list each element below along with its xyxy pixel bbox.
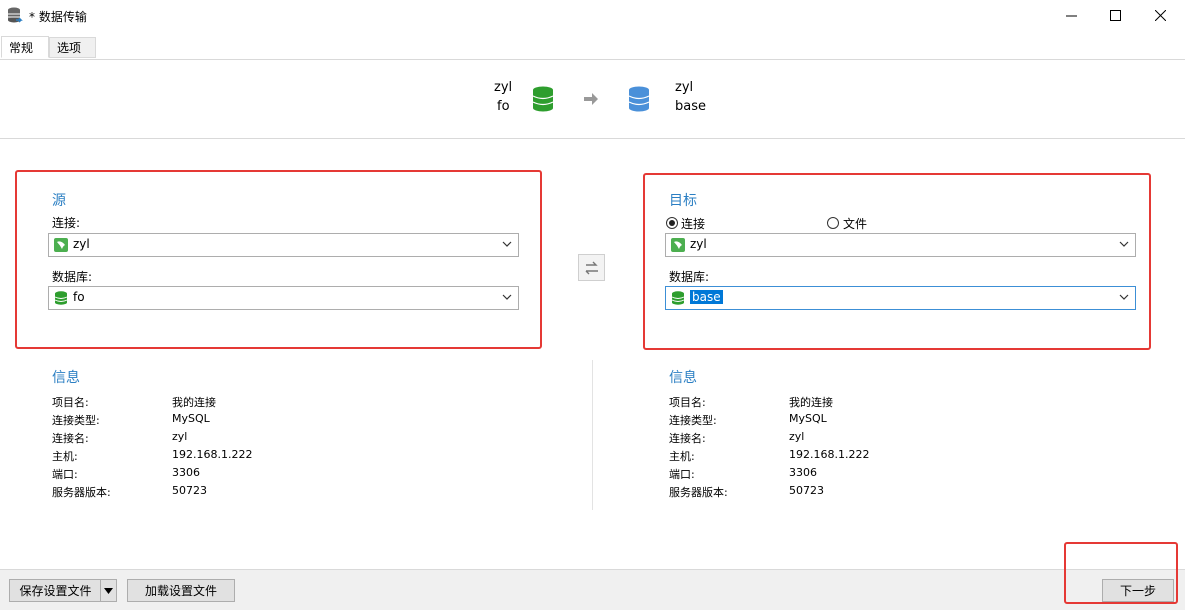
header-target-database: base bbox=[675, 99, 706, 114]
tab-general[interactable]: 常规 bbox=[1, 36, 49, 58]
minimize-button[interactable] bbox=[1049, 0, 1093, 31]
info-key: 主机: bbox=[52, 450, 78, 463]
info-key: 端口: bbox=[669, 468, 695, 481]
info-key: 端口: bbox=[52, 468, 78, 481]
target-radio-connection-label: 连接 bbox=[681, 217, 706, 231]
target-database-select[interactable]: base bbox=[665, 286, 1136, 310]
close-button[interactable] bbox=[1138, 0, 1182, 31]
mysql-connection-icon bbox=[54, 238, 68, 252]
database-icon bbox=[671, 291, 685, 305]
header-source-database: fo bbox=[497, 99, 510, 114]
radio-selected-dot bbox=[669, 220, 675, 226]
source-database-select[interactable]: fo bbox=[48, 286, 519, 310]
info-key: 连接名: bbox=[52, 432, 89, 445]
target-database-value: base bbox=[690, 290, 723, 304]
chevron-down-icon bbox=[1119, 241, 1129, 247]
chevron-down-icon bbox=[502, 294, 512, 300]
window-title: * 数据传输 bbox=[29, 10, 87, 24]
info-value: zyl bbox=[172, 430, 188, 443]
target-title: 目标 bbox=[669, 193, 697, 209]
info-divider bbox=[592, 360, 593, 510]
header-divider bbox=[0, 138, 1185, 139]
info-key: 连接类型: bbox=[52, 414, 100, 427]
header-target-connection: zyl bbox=[675, 80, 694, 95]
info-key: 服务器版本: bbox=[669, 486, 728, 499]
info-value: 3306 bbox=[172, 466, 200, 479]
info-value: 50723 bbox=[789, 484, 824, 497]
minimize-icon bbox=[1065, 15, 1077, 17]
data-transfer-icon bbox=[8, 7, 23, 23]
save-settings-button[interactable]: 保存设置文件 bbox=[9, 579, 101, 602]
target-info-title: 信息 bbox=[669, 370, 697, 386]
target-database-icon bbox=[628, 86, 650, 112]
source-connection-select[interactable]: zyl bbox=[48, 233, 519, 257]
close-icon bbox=[1154, 10, 1166, 21]
title-bar: * 数据传输 bbox=[0, 0, 1185, 31]
next-annotation-box bbox=[1064, 542, 1178, 604]
info-key: 主机: bbox=[669, 450, 695, 463]
mysql-connection-icon bbox=[671, 238, 685, 252]
target-database-label: 数据库: bbox=[669, 270, 710, 284]
target-radio-file-label: 文件 bbox=[843, 217, 868, 231]
source-annotation-box bbox=[15, 170, 542, 349]
source-database-icon bbox=[532, 86, 554, 112]
swap-arrows-icon bbox=[585, 261, 598, 274]
tab-strip: 常规 选项 bbox=[0, 35, 1185, 60]
info-value: MySQL bbox=[789, 412, 827, 425]
info-value: 50723 bbox=[172, 484, 207, 497]
info-key: 连接名: bbox=[669, 432, 706, 445]
source-connection-label: 连接: bbox=[52, 216, 81, 230]
info-key: 项目名: bbox=[52, 396, 89, 409]
chevron-down-icon bbox=[502, 241, 512, 247]
source-database-label: 数据库: bbox=[52, 270, 93, 284]
save-settings-dropdown[interactable] bbox=[100, 579, 117, 602]
source-database-value: fo bbox=[73, 290, 85, 304]
caret-down-icon bbox=[104, 587, 113, 594]
chevron-down-icon bbox=[1119, 294, 1129, 300]
maximize-button[interactable] bbox=[1093, 0, 1137, 31]
info-value: 192.168.1.222 bbox=[789, 448, 870, 461]
maximize-icon bbox=[1109, 10, 1121, 21]
target-radio-connection[interactable] bbox=[666, 217, 678, 229]
info-key: 服务器版本: bbox=[52, 486, 111, 499]
swap-source-target-button[interactable] bbox=[578, 254, 605, 281]
info-value: MySQL bbox=[172, 412, 210, 425]
info-value: 我的连接 bbox=[789, 396, 833, 409]
target-annotation-box bbox=[643, 173, 1151, 350]
source-connection-value: zyl bbox=[73, 237, 90, 251]
header-source-connection: zyl bbox=[494, 80, 513, 95]
database-icon bbox=[54, 291, 68, 305]
info-value: zyl bbox=[789, 430, 805, 443]
info-value: 我的连接 bbox=[172, 396, 216, 409]
info-value: 192.168.1.222 bbox=[172, 448, 253, 461]
target-radio-file[interactable] bbox=[827, 217, 839, 229]
info-key: 项目名: bbox=[669, 396, 706, 409]
source-title: 源 bbox=[52, 193, 66, 209]
arrow-right-icon bbox=[584, 93, 598, 105]
info-key: 连接类型: bbox=[669, 414, 717, 427]
target-connection-value: zyl bbox=[690, 237, 707, 251]
tab-options[interactable]: 选项 bbox=[49, 37, 96, 58]
source-info-title: 信息 bbox=[52, 370, 80, 386]
load-settings-button[interactable]: 加载设置文件 bbox=[127, 579, 235, 602]
info-value: 3306 bbox=[789, 466, 817, 479]
target-connection-select[interactable]: zyl bbox=[665, 233, 1136, 257]
